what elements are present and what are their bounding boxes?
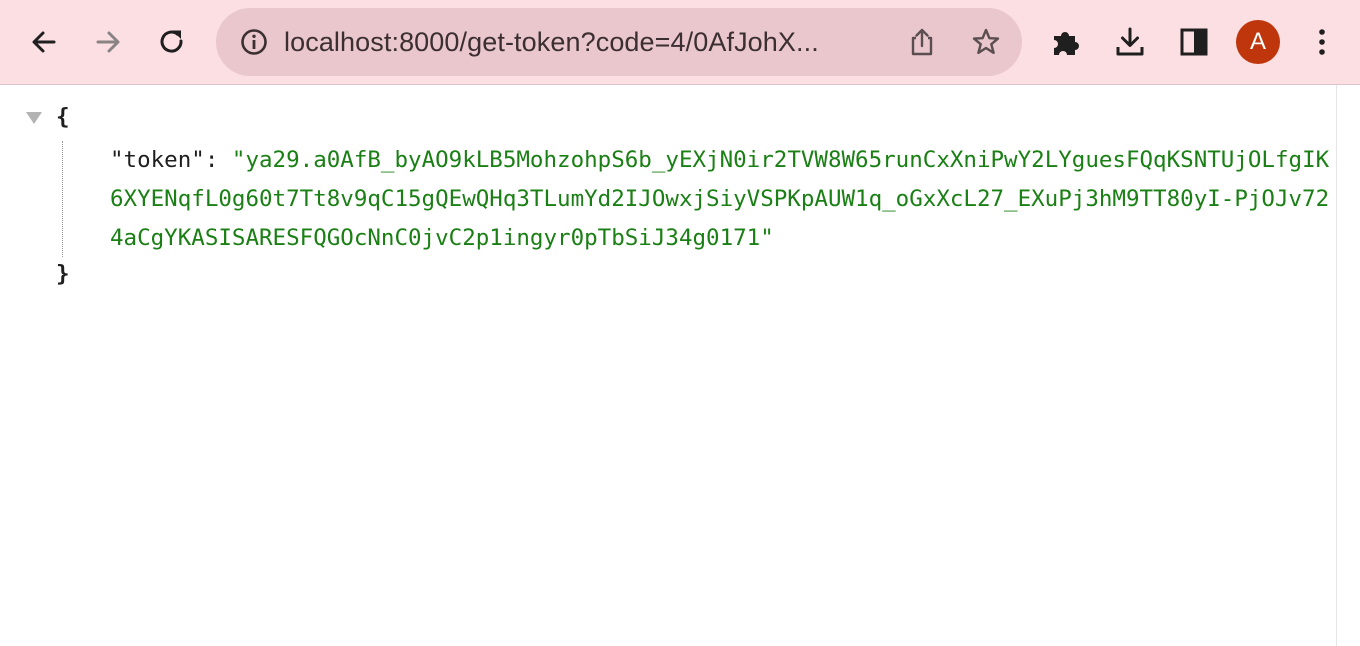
browser-toolbar: localhost:8000/get-token?code=4/0AfJohX.… [0, 0, 1360, 85]
json-viewer: { "token": "ya29.a0AfB_byAO9kLB5MohzohpS… [0, 85, 1336, 646]
url-text[interactable]: localhost:8000/get-token?code=4/0AfJohX.… [284, 8, 904, 76]
kebab-menu-icon [1319, 29, 1325, 55]
json-string-value: "ya29.a0AfB_byAO9kLB5MohzohpS6b_yEXjN0ir… [110, 147, 1330, 251]
side-panel-button[interactable] [1170, 18, 1218, 66]
menu-button[interactable] [1298, 18, 1346, 66]
json-open-brace: { [56, 104, 70, 130]
arrow-right-icon [96, 31, 120, 53]
info-icon [241, 29, 267, 55]
json-key: "token" [110, 147, 205, 173]
forward-button[interactable] [84, 18, 132, 66]
downloads-button[interactable] [1106, 18, 1154, 66]
indent-guide [62, 141, 63, 257]
reload-icon [160, 30, 183, 53]
profile-avatar[interactable]: A [1236, 20, 1280, 64]
share-icon [911, 28, 933, 56]
share-button[interactable] [900, 22, 944, 62]
reload-button[interactable] [148, 18, 196, 66]
site-info-button[interactable] [234, 22, 274, 62]
collapse-arrow-icon[interactable] [26, 112, 42, 124]
bookmark-button[interactable] [964, 22, 1008, 62]
puzzle-icon [1054, 32, 1079, 55]
json-entry-token: "token": "ya29.a0AfB_byAO9kLB5MohzohpS6b… [110, 141, 1332, 258]
side-panel-icon [1180, 28, 1208, 56]
arrow-left-icon [32, 31, 56, 53]
browser-window: localhost:8000/get-token?code=4/0AfJohX.… [0, 0, 1360, 646]
download-icon [1116, 27, 1144, 56]
json-separator: : [204, 147, 232, 173]
json-close-brace: } [56, 261, 70, 287]
page-scrollbar[interactable] [1336, 85, 1360, 646]
back-button[interactable] [20, 18, 68, 66]
extensions-button[interactable] [1042, 18, 1090, 66]
address-bar[interactable]: localhost:8000/get-token?code=4/0AfJohX.… [216, 8, 1022, 76]
star-icon [972, 28, 1000, 54]
